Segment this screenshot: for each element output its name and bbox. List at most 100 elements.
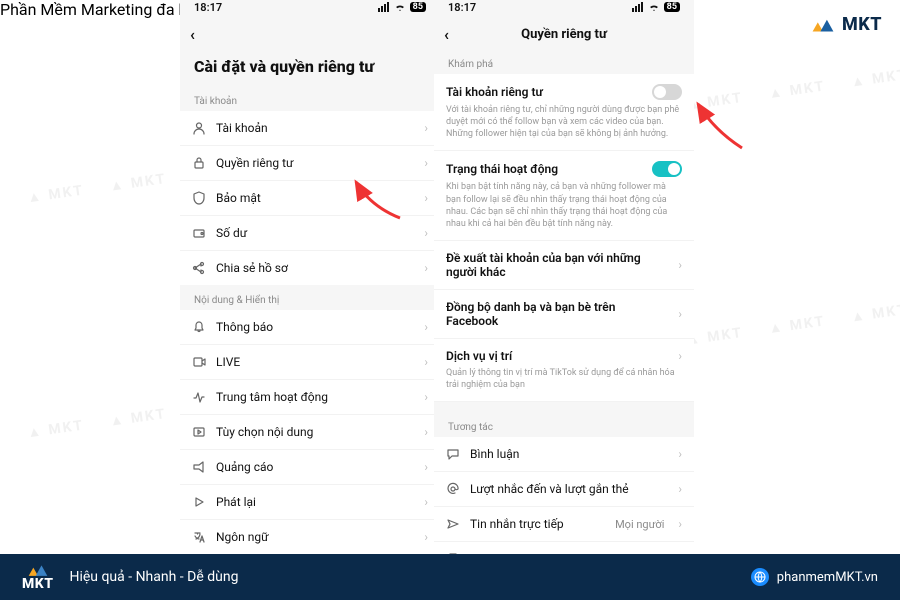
section-gap — [434, 402, 694, 412]
footer-banner: MKT Hiệu quả - Nhanh - Dễ dùng phanmemMK… — [0, 554, 900, 600]
wifi-icon — [648, 2, 660, 12]
toggle-switch[interactable] — [652, 161, 682, 177]
list-item[interactable]: Phát lại › — [180, 484, 440, 519]
brand-logo-mark — [810, 16, 836, 34]
activity-icon — [192, 390, 206, 404]
list-item-label: Số dư — [216, 226, 414, 240]
privacy-row[interactable]: Trạng thái hoạt động — [434, 151, 694, 181]
list-item-label: Tài khoản — [216, 121, 414, 135]
list-item-label: Tùy chọn nội dung — [216, 425, 414, 439]
dm-icon — [446, 517, 460, 531]
privacy-block: Đề xuất tài khoản của bạn với những ngườ… — [434, 241, 694, 290]
comment-icon — [446, 447, 460, 461]
list-item-label: Quyền riêng tư — [216, 156, 414, 170]
privacy-row[interactable]: Dịch vụ vị trí› — [434, 339, 694, 367]
brand-logo-top: MKT — [810, 14, 882, 35]
banner-slogan: Hiệu quả - Nhanh - Dễ dùng — [69, 569, 238, 585]
chevron-right-icon: › — [424, 226, 428, 240]
privacy-row[interactable]: Đồng bộ danh bạ và bạn bè trên Facebook› — [434, 290, 694, 339]
battery-badge: 85 — [410, 2, 426, 12]
list-item-label: Bảo mật — [216, 191, 414, 205]
chevron-right-icon: › — [424, 261, 428, 275]
chevron-right-icon: › — [424, 530, 428, 544]
privacy-block: Trạng thái hoạt độngKhi bạn bật tính năn… — [434, 151, 694, 241]
chevron-right-icon: › — [678, 447, 682, 461]
banner-left: MKT Hiệu quả - Nhanh - Dễ dùng — [22, 563, 238, 591]
status-time: 18:17 — [194, 1, 222, 14]
lang-icon — [192, 530, 206, 544]
chevron-right-icon: › — [424, 156, 428, 170]
list-item[interactable]: Trung tâm hoạt động› — [180, 379, 440, 414]
section-discover: Khám phá — [434, 49, 694, 74]
battery-badge: 85 — [664, 2, 680, 12]
list-item-label: Ngôn ngữ — [216, 530, 414, 544]
chevron-right-icon: › — [678, 482, 682, 496]
list-item-label: Bình luận — [470, 447, 668, 461]
list-item[interactable]: LIVE › — [180, 344, 440, 379]
status-right: 85 — [632, 2, 680, 12]
phone-settings: 18:17 85 ‹ Cài đặt và quyền riêng tư Tài… — [180, 0, 440, 565]
list-item[interactable]: Quyền riêng tư › — [180, 145, 440, 180]
privacy-row-desc: Khi bạn bật tính năng này, cả bạn và nhữ… — [434, 181, 694, 241]
back-button[interactable]: ‹ — [190, 25, 195, 44]
bell-icon — [192, 320, 206, 334]
privacy-blocks: Tài khoản riêng tưVới tài khoản riêng tư… — [434, 74, 694, 402]
ads-icon — [192, 460, 206, 474]
nav-title: Quyền riêng tư — [434, 27, 694, 42]
chevron-right-icon: › — [678, 517, 682, 531]
section-interaction: Tương tác — [434, 412, 694, 437]
page-title: Cài đặt và quyền riêng tư — [180, 49, 440, 86]
list-item[interactable]: Chia sẻ hồ sơ› — [180, 250, 440, 285]
list-item[interactable]: Bình luận › — [434, 437, 694, 471]
privacy-row-label: Dịch vụ vị trí — [446, 349, 668, 363]
status-bar: 18:17 85 — [434, 0, 694, 19]
list-item[interactable]: Lượt nhắc đến và lượt gắn thẻ › — [434, 471, 694, 506]
chevron-right-icon: › — [424, 460, 428, 474]
chevron-right-icon: › — [424, 425, 428, 439]
privacy-row-label: Tài khoản riêng tư — [446, 85, 642, 99]
list-item[interactable]: Số dư › — [180, 215, 440, 250]
list-item[interactable]: Tài khoản › — [180, 111, 440, 145]
content-icon — [192, 425, 206, 439]
nav-row: ‹ Quyền riêng tư — [434, 19, 694, 49]
status-bar: 18:17 85 — [180, 0, 440, 19]
section-account: Tài khoản — [180, 86, 440, 111]
toggle-switch[interactable] — [652, 84, 682, 100]
status-time: 18:17 — [448, 1, 476, 14]
chevron-right-icon: › — [424, 355, 428, 369]
list-item[interactable]: Quảng cáo› — [180, 449, 440, 484]
list-item-label: Phát lại — [216, 495, 414, 509]
chevron-right-icon: › — [424, 495, 428, 509]
live-icon — [192, 355, 206, 369]
privacy-row-desc: Quản lý thông tin vị trí mà TikTok sử dụ… — [434, 367, 694, 402]
list-item[interactable]: Tùy chọn nội dung › — [180, 414, 440, 449]
signal-icon — [632, 2, 644, 12]
list-item-label: Lượt nhắc đến và lượt gắn thẻ — [470, 482, 668, 496]
list-item-label: Tin nhắn trực tiếp — [470, 517, 605, 531]
privacy-icon — [192, 156, 206, 170]
chevron-right-icon: › — [678, 258, 682, 272]
globe-icon — [751, 568, 769, 586]
section-content: Nội dung & Hiển thị — [180, 285, 440, 310]
chevron-right-icon: › — [424, 191, 428, 205]
canvas: { "brand": { "name": "MKT", "tagline_sma… — [0, 0, 900, 600]
list-item[interactable]: Ngôn ngữ › — [180, 519, 440, 554]
account-icon — [192, 121, 206, 135]
banner-site: phanmemMKT.vn — [777, 570, 878, 585]
list-item[interactable]: Thông báo› — [180, 310, 440, 344]
mention-icon — [446, 482, 460, 496]
signal-icon — [378, 2, 390, 12]
banner-right: phanmemMKT.vn — [751, 568, 878, 586]
privacy-row[interactable]: Tài khoản riêng tư — [434, 74, 694, 104]
privacy-row[interactable]: Đề xuất tài khoản của bạn với những ngườ… — [434, 241, 694, 290]
interaction-list: Bình luận › Lượt nhắc đến và lượt gắn thẻ ›… — [434, 437, 694, 565]
privacy-block: Đồng bộ danh bạ và bạn bè trên Facebook› — [434, 290, 694, 339]
list-item[interactable]: Tin nhắn trực tiếpMọi người› — [434, 506, 694, 541]
chevron-right-icon: › — [424, 121, 428, 135]
brand-logo-text: MKT — [842, 14, 882, 35]
list-item-label: LIVE — [216, 355, 414, 369]
privacy-row-label: Đề xuất tài khoản của bạn với những ngườ… — [446, 251, 668, 279]
list-item[interactable]: Bảo mật › — [180, 180, 440, 215]
wifi-icon — [394, 2, 406, 12]
privacy-row-label: Đồng bộ danh bạ và bạn bè trên Facebook — [446, 300, 668, 328]
